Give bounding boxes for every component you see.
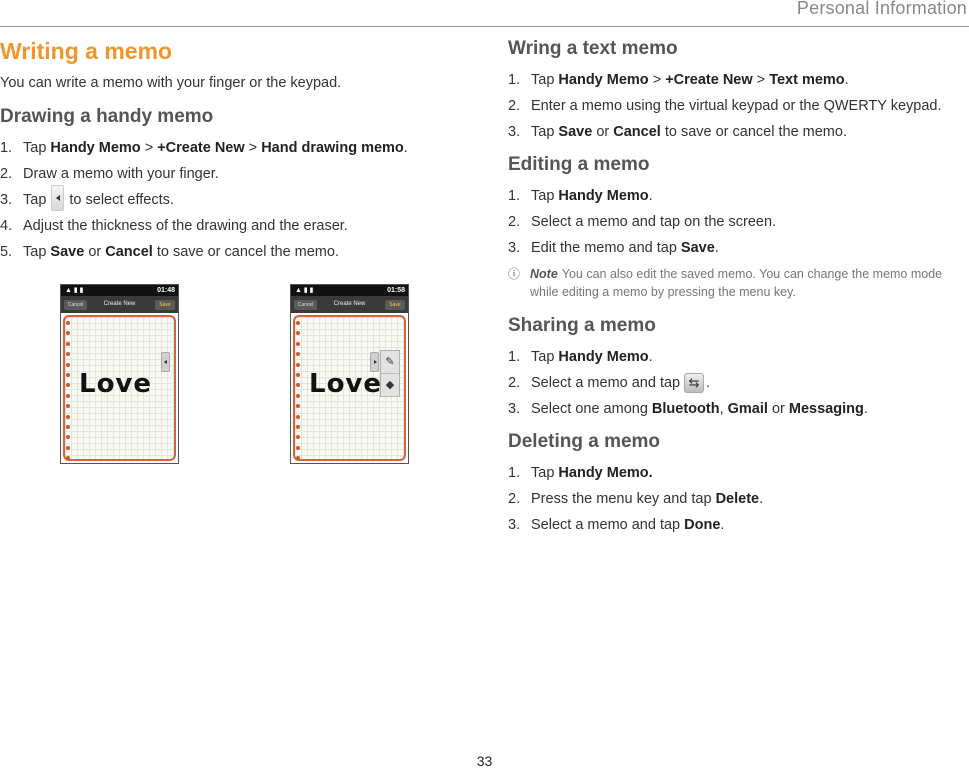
section-heading-editing: Editing a memo [508, 154, 650, 175]
step-item: 2. Select a memo and tap on the screen. [508, 214, 777, 230]
save-button[interactable]: Save [155, 300, 175, 310]
right-column: Wring a text memo 1. Tap Handy Memo > +C… [508, 38, 966, 538]
step-item: 3. Select a memo and tap Done. [508, 517, 725, 533]
sharing-steps: 1. Tap Handy Memo. 2. Select a memo and … [508, 344, 966, 422]
collapse-arrow-icon[interactable] [161, 352, 170, 372]
status-time: 01:58 [387, 287, 405, 294]
step-item: 1. Tap Handy Memo. [508, 188, 653, 204]
status-icons: ▲ ▮ ▮ [65, 287, 84, 294]
step-item: 2. Enter a memo using the virtual keypad… [508, 98, 942, 114]
collapse-arrow-icon [51, 185, 65, 212]
notebook-rings [66, 321, 71, 461]
eraser-icon[interactable]: ◆ [381, 374, 399, 397]
handy-memo-steps: 1. Tap Handy Memo > +Create New > Hand d… [0, 135, 470, 265]
memo-toolbar: Cancel Create New Save [61, 296, 178, 313]
left-column: Writing a memo You can write a memo with… [0, 38, 470, 265]
step-item: 3. Tap Save or Cancel to save or cancel … [508, 124, 847, 140]
section-heading-deleting: Deleting a memo [508, 431, 661, 452]
step-item: 5. Tap Save or Cancel to save or cancel … [0, 244, 339, 260]
status-icons: ▲ ▮ ▮ [295, 287, 314, 294]
section-heading-handy-memo: Drawing a handy memo [0, 106, 214, 127]
page-number: 33 [476, 753, 493, 769]
memo-canvas[interactable]: Love [63, 315, 176, 461]
step-item: 2. Draw a memo with your finger. [0, 166, 219, 182]
step-item: 1. Tap Handy Memo > +Create New > Hand d… [0, 140, 408, 156]
step-item: 3. Tap to select effects. [0, 185, 470, 213]
deleting-steps: 1. Tap Handy Memo. 2. Press the menu key… [508, 460, 966, 538]
page-title: Writing a memo [0, 38, 173, 64]
notebook-rings [296, 321, 301, 461]
step-item: 2. Select a memo and tap ⇆. [508, 370, 966, 396]
step-item: 2. Press the menu key and tap Delete. [508, 491, 764, 507]
section-heading-sharing: Sharing a memo [508, 315, 656, 336]
text-memo-steps: 1. Tap Handy Memo > +Create New > Text m… [508, 67, 966, 145]
step-item: 3. Select one among Bluetooth, Gmail or … [508, 401, 868, 417]
memo-toolbar: Cancel Create New Save [291, 296, 408, 313]
page-header-title: Personal Information [796, 0, 967, 18]
memo-canvas[interactable]: ✎ ◆ Love [293, 315, 406, 461]
section-heading-text-memo: Wring a text memo [508, 38, 678, 59]
save-button[interactable]: Save [385, 300, 405, 310]
screenshot-drawing-memo: ▲ ▮ ▮ 01:48 Cancel Create New Save Love [60, 284, 179, 464]
note-box: ⓘ Note You can also edit the saved memo. … [508, 265, 966, 301]
info-icon: ⓘ [508, 267, 521, 281]
step-item: 1. Tap Handy Memo. [508, 465, 653, 481]
screenshot-drawing-effects: ▲ ▮ ▮ 01:58 Cancel Create New Save ✎ ◆ L… [290, 284, 409, 464]
handwritten-drawing: Love [79, 369, 153, 399]
status-time: 01:48 [157, 287, 175, 294]
step-item: 1. Tap Handy Memo > +Create New > Text m… [508, 72, 849, 88]
note-text: Note You can also edit the saved memo. Yo… [530, 267, 943, 299]
effects-panel: ✎ ◆ [380, 350, 400, 397]
intro-text: You can write a memo with your finger or… [0, 75, 342, 91]
editing-steps: 1. Tap Handy Memo. 2. Select a memo and … [508, 183, 966, 261]
status-bar: ▲ ▮ ▮ 01:58 [291, 285, 408, 296]
step-item: 3. Edit the memo and tap Save. [508, 240, 719, 256]
sync-icon: ⇆ [684, 373, 705, 394]
pen-icon[interactable]: ✎ [381, 351, 399, 374]
step-item: 1. Tap Handy Memo. [508, 349, 653, 365]
step-item: 4. Adjust the thickness of the drawing a… [0, 218, 348, 234]
handwritten-drawing: Love [309, 369, 383, 399]
header-divider [0, 26, 969, 27]
status-bar: ▲ ▮ ▮ 01:48 [61, 285, 178, 296]
